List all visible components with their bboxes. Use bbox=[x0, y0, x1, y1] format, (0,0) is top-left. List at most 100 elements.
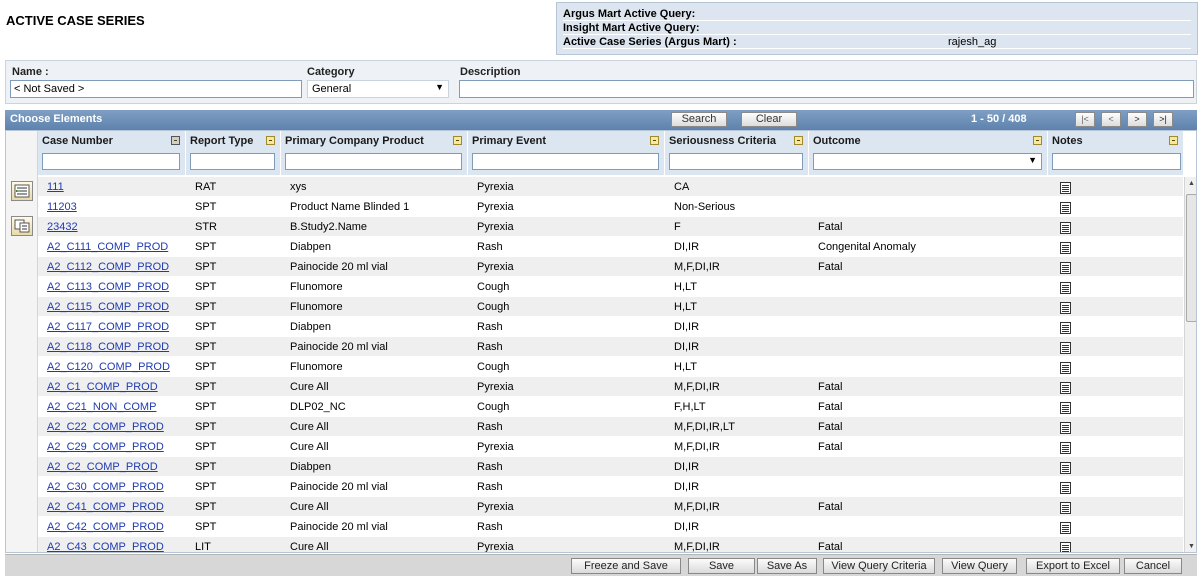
case-number-cell[interactable]: A2_C111_COMP_PROD bbox=[38, 237, 186, 257]
table-row[interactable]: 23432 STR B.Study2.Name Pyrexia F Fatal bbox=[38, 217, 1183, 237]
notes-icon[interactable] bbox=[1060, 362, 1071, 374]
case-number-cell[interactable]: A2_C41_COMP_PROD bbox=[38, 497, 186, 517]
seriousness-cell: H,LT bbox=[674, 301, 698, 313]
add-column-icon[interactable] bbox=[266, 136, 275, 145]
table-row[interactable]: A2_C1_COMP_PROD SPT Cure All Pyrexia M,F,DI,… bbox=[38, 377, 1183, 397]
notes-icon[interactable] bbox=[1060, 382, 1071, 394]
case-number-cell[interactable]: A2_C115_COMP_PROD bbox=[38, 297, 186, 317]
add-column-icon[interactable] bbox=[1169, 136, 1178, 145]
table-row[interactable]: A2_C43_COMP_PROD LIT Cure All Pyrexia M,F,DI… bbox=[38, 537, 1183, 553]
notes-icon[interactable] bbox=[1060, 182, 1071, 194]
table-row[interactable]: A2_C111_COMP_PROD SPT Diabpen Rash DI,IR Cong… bbox=[38, 237, 1183, 257]
case-number-cell[interactable]: A2_C1_COMP_PROD bbox=[38, 377, 186, 397]
table-row[interactable]: A2_C118_COMP_PROD SPT Painocide 20 ml vial… bbox=[38, 337, 1183, 357]
case-number-cell[interactable]: A2_C30_COMP_PROD bbox=[38, 477, 186, 497]
product-cell: Cure All bbox=[290, 421, 329, 433]
notes-icon[interactable] bbox=[1060, 422, 1071, 434]
view-query-button[interactable]: View Query bbox=[942, 558, 1017, 574]
add-column-icon[interactable] bbox=[1033, 136, 1042, 145]
notes-icon[interactable] bbox=[1060, 302, 1071, 314]
table-row[interactable]: A2_C117_COMP_PROD SPT Diabpen Rash DI,IR bbox=[38, 317, 1183, 337]
notes-icon[interactable] bbox=[1060, 242, 1071, 254]
add-column-icon[interactable] bbox=[650, 136, 659, 145]
freeze-and-save-button[interactable]: Freeze and Save bbox=[571, 558, 681, 574]
case-number-cell[interactable]: A2_C117_COMP_PROD bbox=[38, 317, 186, 337]
seriousness-filter[interactable] bbox=[669, 153, 803, 170]
notes-icon[interactable] bbox=[1060, 282, 1071, 294]
table-row[interactable]: A2_C2_COMP_PROD SPT Diabpen Rash DI,IR bbox=[38, 457, 1183, 477]
description-input[interactable] bbox=[459, 80, 1194, 98]
vertical-scrollbar[interactable]: ▲ ▼ bbox=[1184, 177, 1196, 552]
last-page-button[interactable]: >| bbox=[1153, 112, 1173, 127]
outcome-filter-select[interactable]: ▼ bbox=[813, 153, 1042, 170]
notes-icon[interactable] bbox=[1060, 502, 1071, 514]
notes-icon[interactable] bbox=[1060, 482, 1071, 494]
case-number-cell[interactable]: A2_C43_COMP_PROD bbox=[38, 537, 186, 552]
event-cell: Cough bbox=[477, 281, 510, 293]
scroll-thumb[interactable] bbox=[1186, 194, 1196, 322]
table-row[interactable]: A2_C29_COMP_PROD SPT Cure All Pyrexia M,F,DI… bbox=[38, 437, 1183, 457]
event-cell: Pyrexia bbox=[477, 221, 514, 233]
notes-icon[interactable] bbox=[1060, 342, 1071, 354]
save-as-button[interactable]: Save As bbox=[757, 558, 817, 574]
case-number-cell[interactable]: 111 bbox=[38, 177, 186, 197]
table-row[interactable]: A2_C42_COMP_PROD SPT Painocide 20 ml vial R… bbox=[38, 517, 1183, 537]
notes-icon[interactable] bbox=[1060, 402, 1071, 414]
case-number-filter[interactable] bbox=[42, 153, 180, 170]
table-row[interactable]: A2_C30_COMP_PROD SPT Painocide 20 ml vial R… bbox=[38, 477, 1183, 497]
search-button[interactable]: Search bbox=[671, 112, 727, 127]
report-type-cell: LIT bbox=[195, 541, 211, 553]
case-number-cell[interactable]: A2_C2_COMP_PROD bbox=[38, 457, 186, 477]
case-number-cell[interactable]: 23432 bbox=[38, 217, 186, 237]
copy-rows-button[interactable] bbox=[11, 216, 33, 236]
select-all-button[interactable] bbox=[11, 181, 33, 201]
event-cell: Pyrexia bbox=[477, 441, 514, 453]
notes-icon[interactable] bbox=[1060, 522, 1071, 534]
scroll-down-icon[interactable]: ▼ bbox=[1185, 540, 1196, 552]
case-number-cell[interactable]: A2_C22_COMP_PROD bbox=[38, 417, 186, 437]
clear-button[interactable]: Clear bbox=[741, 112, 797, 127]
case-number-cell[interactable]: A2_C29_COMP_PROD bbox=[38, 437, 186, 457]
table-row[interactable]: A2_C112_COMP_PROD SPT Painocide 20 ml vial… bbox=[38, 257, 1183, 277]
report-type-filter[interactable] bbox=[190, 153, 275, 170]
next-page-button[interactable]: > bbox=[1127, 112, 1147, 127]
add-column-icon[interactable] bbox=[453, 136, 462, 145]
notes-icon[interactable] bbox=[1060, 542, 1071, 552]
save-button[interactable]: Save bbox=[688, 558, 755, 574]
cancel-button[interactable]: Cancel bbox=[1124, 558, 1182, 574]
table-row[interactable]: A2_C21_NON_COMP SPT DLP02_NC Cough F,H,LT Fat… bbox=[38, 397, 1183, 417]
case-number-cell[interactable]: A2_C120_COMP_PROD bbox=[38, 357, 186, 377]
notes-icon[interactable] bbox=[1060, 442, 1071, 454]
scroll-up-icon[interactable]: ▲ bbox=[1185, 177, 1196, 190]
table-row[interactable]: A2_C120_COMP_PROD SPT Flunomore Cough H,LT bbox=[38, 357, 1183, 377]
export-to-excel-button[interactable]: Export to Excel bbox=[1026, 558, 1120, 574]
notes-icon[interactable] bbox=[1060, 202, 1071, 214]
case-number-cell[interactable]: A2_C21_NON_COMP bbox=[38, 397, 186, 417]
first-page-button[interactable]: |< bbox=[1075, 112, 1095, 127]
name-input[interactable] bbox=[10, 80, 302, 98]
notes-icon[interactable] bbox=[1060, 222, 1071, 234]
case-number-cell[interactable]: 11203 bbox=[38, 197, 186, 217]
collapse-column-icon[interactable] bbox=[171, 136, 180, 145]
case-number-cell[interactable]: A2_C118_COMP_PROD bbox=[38, 337, 186, 357]
prev-page-button[interactable]: < bbox=[1101, 112, 1121, 127]
notes-icon[interactable] bbox=[1060, 462, 1071, 474]
add-column-icon[interactable] bbox=[794, 136, 803, 145]
notes-icon[interactable] bbox=[1060, 322, 1071, 334]
table-row[interactable]: A2_C113_COMP_PROD SPT Flunomore Cough H,LT bbox=[38, 277, 1183, 297]
case-number-cell[interactable]: A2_C113_COMP_PROD bbox=[38, 277, 186, 297]
table-row[interactable]: 111 RAT xys Pyrexia CA bbox=[38, 177, 1183, 197]
case-number-cell[interactable]: A2_C112_COMP_PROD bbox=[38, 257, 186, 277]
category-select[interactable]: General ▼ bbox=[307, 80, 449, 98]
table-row[interactable]: A2_C115_COMP_PROD SPT Flunomore Cough H,LT bbox=[38, 297, 1183, 317]
case-number-cell[interactable]: A2_C42_COMP_PROD bbox=[38, 517, 186, 537]
notes-icon[interactable] bbox=[1060, 262, 1071, 274]
table-row[interactable]: A2_C22_COMP_PROD SPT Cure All Rash M,F,DI,IR… bbox=[38, 417, 1183, 437]
table-row[interactable]: 11203 SPT Product Name Blinded 1 Pyrexia Non… bbox=[38, 197, 1183, 217]
notes-filter[interactable] bbox=[1052, 153, 1181, 170]
event-filter[interactable] bbox=[472, 153, 659, 170]
view-query-criteria-button[interactable]: View Query Criteria bbox=[823, 558, 935, 574]
product-filter[interactable] bbox=[285, 153, 462, 170]
event-cell: Rash bbox=[477, 521, 503, 533]
table-row[interactable]: A2_C41_COMP_PROD SPT Cure All Pyrexia M,F,DI… bbox=[38, 497, 1183, 517]
